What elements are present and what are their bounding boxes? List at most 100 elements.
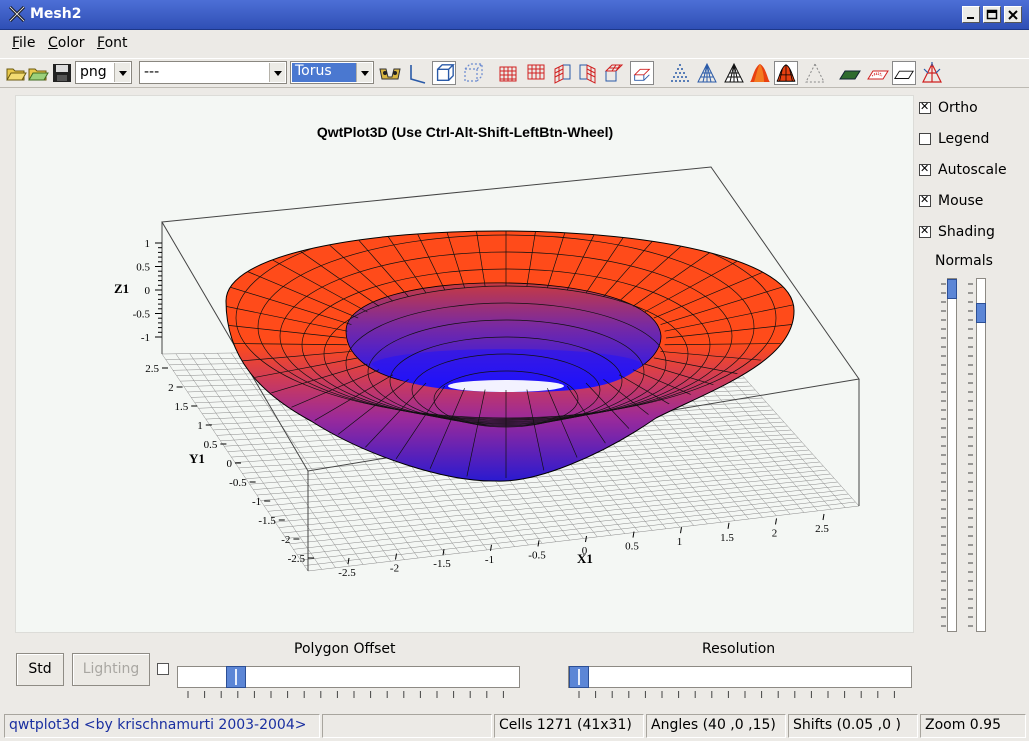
y-tick-label: 2 [168, 382, 174, 394]
grid-back-icon[interactable] [524, 61, 548, 85]
lighting-button[interactable]: Lighting [72, 653, 150, 686]
normals-quality-slider[interactable] [976, 278, 986, 632]
legend-checkbox-box[interactable] [919, 133, 931, 145]
normals-length-slider[interactable] [947, 278, 957, 632]
legend-label: Legend [938, 131, 990, 147]
hidden-line-style-icon[interactable] [722, 61, 746, 85]
minimize-button[interactable] [962, 6, 980, 23]
x-tick-label: 0 [582, 545, 588, 557]
y-tick-label: 0.5 [204, 439, 218, 451]
filled-style-icon[interactable] [748, 61, 772, 85]
axes-frame-icon[interactable] [406, 61, 430, 85]
polygon-offset-handle[interactable] [226, 666, 246, 688]
window-title: Mesh2 [30, 6, 82, 22]
plot-canvas[interactable]: QwtPlot3D (Use Ctrl-Alt-Shift-LeftBtn-Wh… [15, 95, 914, 633]
x-tick-label: 2.5 [815, 523, 829, 535]
maximize-button[interactable] [983, 6, 1001, 23]
polygon-offset-label: Polygon Offset [294, 641, 396, 657]
menu-color-label: olor [57, 35, 85, 51]
polygon-offset-slider[interactable] [177, 666, 520, 688]
resolution-label: Resolution [702, 641, 776, 657]
maximize-icon [986, 9, 998, 20]
chevron-down-icon [269, 63, 285, 82]
y-tick-label: -1 [252, 496, 261, 508]
x-tick-mark [727, 522, 730, 529]
function-select[interactable]: --- [139, 61, 287, 84]
minimize-icon [967, 17, 974, 19]
no-data-style-icon[interactable] [803, 61, 827, 85]
floor-empty-icon [894, 70, 914, 79]
chevron-down-icon [114, 63, 130, 82]
y-tick-label: -2.5 [288, 553, 306, 565]
autoscale-checkbox-box[interactable] [919, 162, 931, 176]
menu-font[interactable]: Font [97, 35, 128, 51]
reset-view-icon[interactable] [378, 61, 402, 85]
lighting-checkbox[interactable] [157, 663, 169, 675]
y-axis-label: Y1 [189, 451, 205, 466]
box-frame-icon [436, 64, 455, 82]
menu-color[interactable]: Color [48, 35, 85, 51]
close-icon [1008, 10, 1018, 20]
z-tick-label: 1 [145, 238, 151, 250]
mouse-checkbox-box[interactable] [919, 193, 931, 207]
x-tick-mark [442, 549, 445, 556]
menu-font-mnemonic: F [97, 35, 105, 51]
x-axis-ticks: -2.5 -2 -1.5 -1 -0.5 0 0.5 1 1.5 2 2.5 [338, 513, 829, 579]
status-cells: Cells 1271 (41x31) [494, 714, 644, 738]
std-button[interactable]: Std [16, 653, 64, 686]
x-tick-mark [775, 518, 777, 525]
grid-ceil-icon[interactable] [602, 61, 626, 85]
open-mesh-icon[interactable] [26, 61, 50, 85]
status-angles: Angles (40 ,0 ,15) [646, 714, 786, 738]
normals-length-handle[interactable] [947, 279, 957, 299]
normals-label: Normals [935, 253, 993, 269]
resolution-handle[interactable] [569, 666, 589, 688]
title-bar[interactable]: Mesh2 [0, 0, 1029, 30]
x-tick-label: 1 [677, 536, 683, 548]
grid-left-icon[interactable] [550, 61, 574, 85]
x-tick-label: 1.5 [720, 532, 734, 544]
format-select-value: png [80, 64, 107, 80]
normals-icon[interactable] [920, 61, 944, 85]
x-tick-label: 0.5 [625, 541, 639, 553]
grid-front-button[interactable] [630, 61, 654, 85]
filled-mesh-button[interactable] [774, 61, 798, 85]
grid-right-icon[interactable] [576, 61, 600, 85]
y-tick-label: -1.5 [258, 515, 276, 527]
ortho-label: Ortho [938, 100, 978, 116]
surface-select[interactable]: Torus [290, 61, 374, 84]
x-tick-label: -0.5 [528, 549, 546, 561]
y-tick-label: -2 [281, 534, 290, 546]
menu-file[interactable]: File [12, 35, 35, 51]
mouse-label: Mouse [938, 193, 984, 209]
ortho-checkbox-box[interactable] [919, 100, 931, 114]
format-select[interactable]: png [75, 61, 132, 84]
app-x-icon [8, 5, 26, 23]
box-frame-button[interactable] [432, 61, 456, 85]
autoscale-label: Autoscale [938, 162, 1007, 178]
points-style-icon[interactable] [668, 61, 692, 85]
no-frame-icon[interactable] [460, 61, 484, 85]
floor-data-icon[interactable] [838, 61, 862, 85]
open-file-icon[interactable] [4, 61, 28, 85]
wireframe-style-icon[interactable] [695, 61, 719, 85]
function-select-value: --- [144, 64, 160, 80]
x-tick-mark [490, 544, 492, 551]
z-tick-label: -0.5 [133, 309, 151, 321]
resolution-slider[interactable] [568, 666, 912, 688]
chevron-down-icon [356, 63, 372, 82]
normals-quality-handle[interactable] [976, 303, 986, 323]
floor-iso-icon[interactable] [866, 61, 890, 85]
x-tick-mark [585, 535, 587, 543]
close-button[interactable] [1004, 6, 1022, 23]
x-tick-label: -2 [390, 563, 399, 575]
grid-floor-icon[interactable] [496, 61, 520, 85]
shading-checkbox-box[interactable] [919, 224, 931, 238]
floor-empty-button[interactable] [892, 61, 916, 85]
plot-svg: QwtPlot3D (Use Ctrl-Alt-Shift-LeftBtn-Wh… [114, 124, 860, 579]
save-icon[interactable] [50, 61, 74, 85]
status-shifts: Shifts (0.05 ,0 ) [788, 714, 918, 738]
plot-title: QwtPlot3D (Use Ctrl-Alt-Shift-LeftBtn-Wh… [317, 124, 613, 140]
menu-file-label: ile [19, 35, 36, 51]
toolbar: png --- Torus [0, 58, 1029, 88]
